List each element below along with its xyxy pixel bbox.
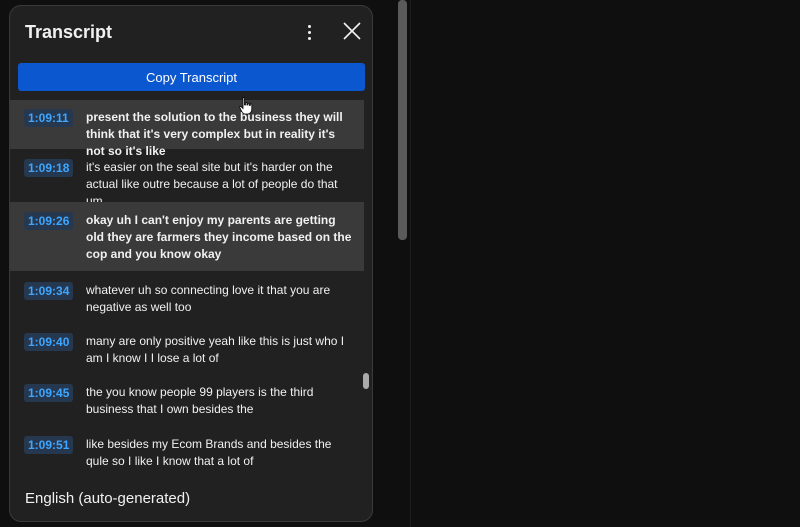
transcript-panel: Transcript Copy Transcript 1:09:11 prese… bbox=[9, 5, 373, 522]
timestamp[interactable]: 1:09:34 bbox=[24, 282, 74, 300]
transcript-scrollbar-thumb[interactable] bbox=[363, 373, 369, 389]
hand-pointer-icon bbox=[239, 97, 253, 115]
transcript-row[interactable]: 1:09:40 many are only positive yeah like… bbox=[10, 322, 364, 372]
close-button[interactable] bbox=[341, 20, 363, 42]
transcript-header: Transcript bbox=[10, 6, 372, 62]
timestamp[interactable]: 1:09:45 bbox=[24, 384, 74, 402]
timestamp[interactable]: 1:09:51 bbox=[24, 436, 74, 454]
close-icon bbox=[343, 22, 361, 40]
panel-title: Transcript bbox=[25, 22, 113, 42]
transcript-row[interactable]: 1:09:18 it's easier on the seal site but… bbox=[10, 149, 364, 208]
transcript-row[interactable]: 1:09:34 whatever uh so connecting love i… bbox=[10, 271, 364, 321]
segment-text: whatever uh so connecting love it that y… bbox=[86, 283, 331, 314]
segment-text: okay uh I can't enjoy my parents are get… bbox=[86, 213, 352, 261]
segment-text: many are only positive yeah like this is… bbox=[86, 334, 345, 365]
timestamp[interactable]: 1:09:18 bbox=[24, 159, 74, 177]
language-label: English (auto-generated) bbox=[25, 490, 191, 507]
transcript-list: 1:09:11 present the solution to the busi… bbox=[10, 100, 364, 475]
copy-transcript-button[interactable]: Copy Transcript bbox=[18, 63, 365, 91]
timestamp[interactable]: 1:09:26 bbox=[24, 212, 74, 230]
transcript-row[interactable]: 1:09:45 the you know people 99 players i… bbox=[10, 373, 364, 423]
timestamp[interactable]: 1:09:11 bbox=[24, 109, 73, 127]
timestamp[interactable]: 1:09:40 bbox=[24, 333, 74, 351]
more-options-button[interactable] bbox=[298, 20, 320, 44]
segment-text: like besides my Ecom Brands and besides … bbox=[86, 437, 332, 468]
transcript-row[interactable]: 1:09:26 okay uh I can't enjoy my parents… bbox=[10, 202, 364, 271]
transcript-row[interactable]: 1:09:11 present the solution to the busi… bbox=[10, 100, 364, 158]
page-scrollbar[interactable] bbox=[398, 0, 407, 240]
transcript-row[interactable]: 1:09:51 like besides my Ecom Brands and … bbox=[10, 424, 364, 474]
divider bbox=[410, 0, 411, 527]
segment-text: the you know people 99 players is the th… bbox=[86, 385, 314, 416]
